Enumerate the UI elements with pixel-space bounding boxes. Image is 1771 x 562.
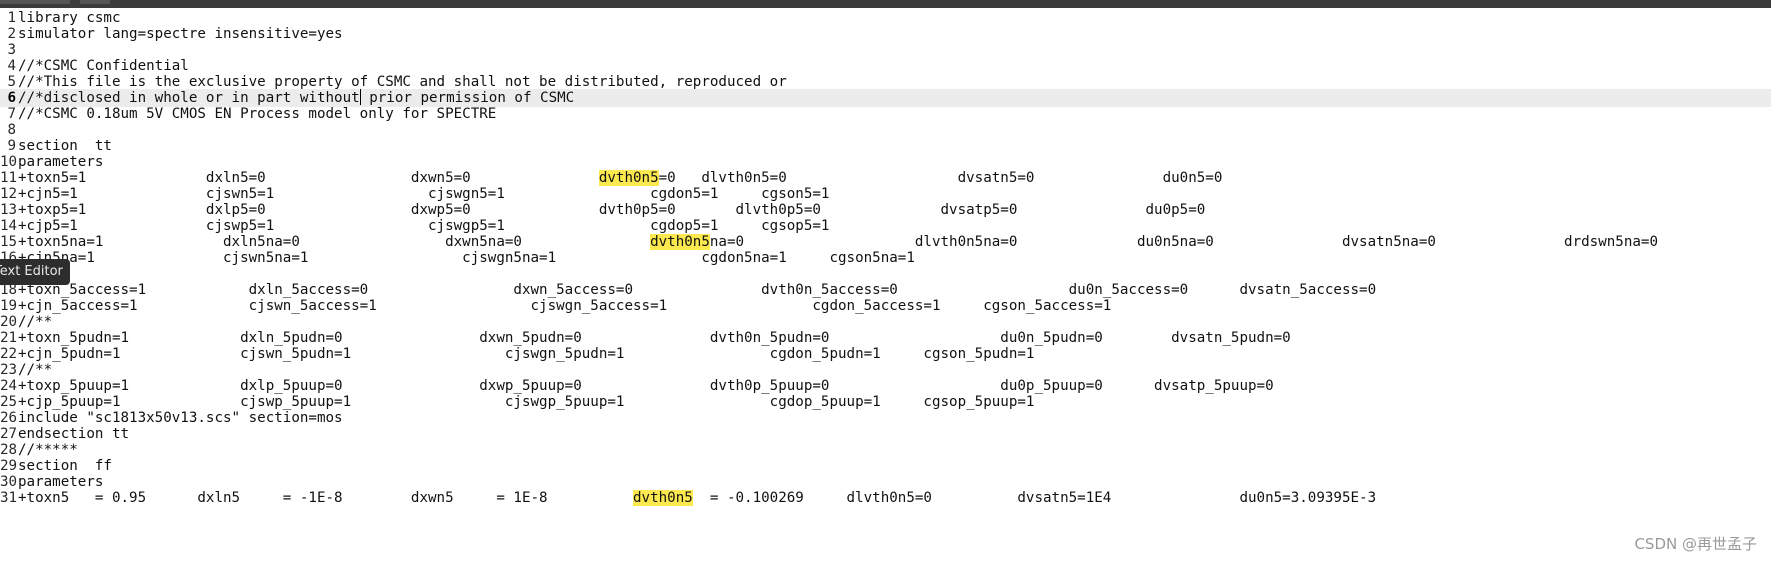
line-text-after-caret: prior permission of CSMC xyxy=(360,90,575,106)
tooltip-label: Text Editor xyxy=(0,264,63,279)
line-text-part: +toxn5 = 0.95 dxln5 = -1E-8 dxwn5 = 1E-8 xyxy=(18,490,633,506)
search-match-highlight: dvth0n5 xyxy=(650,234,710,250)
line-text-part: +toxn5na=1 dxln5na=0 dxwn5na=0 xyxy=(18,234,651,250)
line-text-part: +toxn5=1 dxln5=0 dxwn5=0 xyxy=(18,170,599,186)
title-bar-tab[interactable] xyxy=(80,0,110,4)
line-text-before-caret: //*disclosed in whole or in part without xyxy=(18,90,360,106)
code-line: 31 +toxn5 = 0.95 dxln5 = -1E-8 dxwn5 = 1E… xyxy=(0,489,1771,507)
line-text: +toxn5 = 0.95 dxln5 = -1E-8 dxwn5 = 1E-8… xyxy=(18,489,1376,507)
title-bar-tab[interactable] xyxy=(0,0,70,4)
search-match-highlight: dvth0n5 xyxy=(633,490,693,506)
line-number: 31 xyxy=(0,490,18,506)
text-editor-area[interactable]: 1 library csmc 2 simulator lang=spectre in… xyxy=(0,9,1771,562)
line-text-part: = -0.100269 dlvth0n5=0 dvsatn5=1E4 du0n5… xyxy=(692,490,1377,506)
watermark: CSDN @再世孟子 xyxy=(1634,535,1757,553)
line-text-part: na=0 dlvth0n5na=0 du0n5na=0 dvsatn5na=0 … xyxy=(709,234,1658,250)
search-match-highlight: dvth0n5 xyxy=(598,170,659,186)
text-editor-tooltip: Text Editor xyxy=(0,259,70,285)
window-title-bar xyxy=(0,0,1771,8)
line-text-part: =0 dlvth0n5=0 dvsatn5=0 du0n5=0 xyxy=(658,170,1223,186)
